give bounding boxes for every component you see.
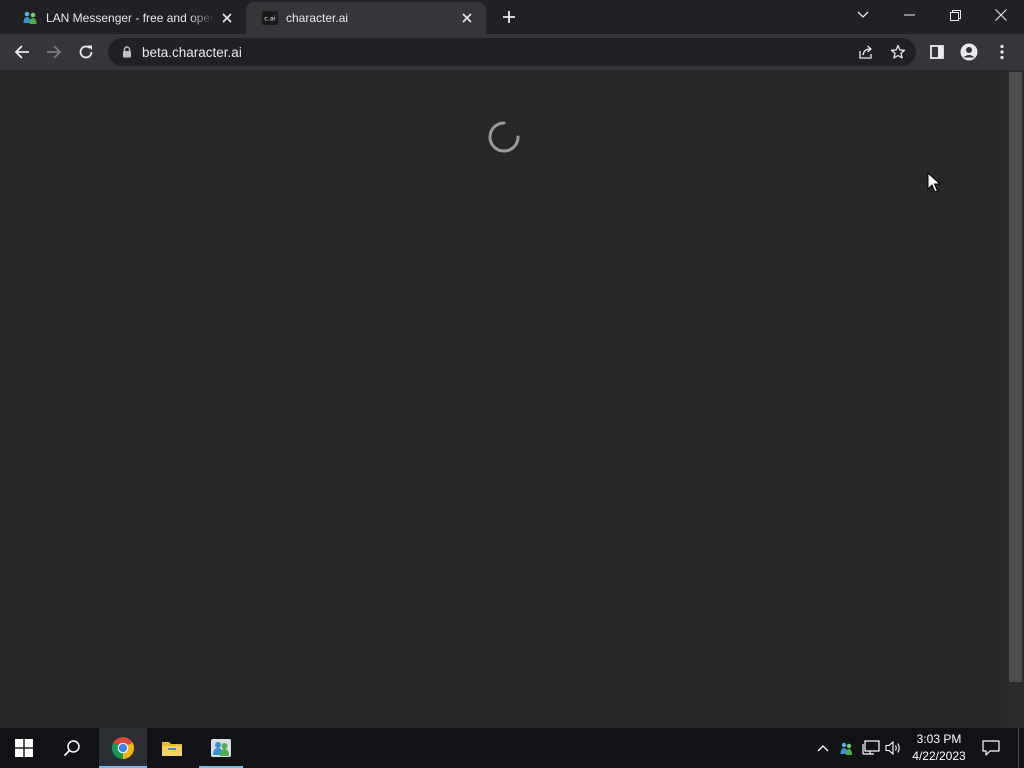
chevron-down-icon	[857, 11, 869, 18]
menu-button[interactable]	[987, 37, 1017, 67]
show-desktop-button[interactable]	[1018, 728, 1024, 768]
lan-messenger-icon	[22, 10, 38, 26]
svg-text:c.ai: c.ai	[264, 15, 276, 23]
taskbar-lan-messenger[interactable]	[197, 728, 245, 768]
windows-start-icon	[15, 739, 33, 757]
bookmark-star-icon[interactable]	[888, 42, 908, 62]
back-button[interactable]	[7, 37, 37, 67]
more-vert-icon	[1000, 44, 1004, 60]
search-button[interactable]	[48, 728, 96, 768]
minimize-icon	[903, 14, 915, 16]
scrollbar-thumb[interactable]	[1009, 72, 1022, 682]
tab-search-button[interactable]	[840, 0, 886, 30]
side-panel-button[interactable]	[922, 37, 952, 67]
side-panel-icon	[930, 45, 944, 59]
share-icon[interactable]	[856, 42, 876, 62]
character-ai-icon: c.ai	[262, 10, 278, 26]
action-center-icon[interactable]	[980, 738, 1002, 758]
profile-icon	[960, 43, 978, 61]
start-button[interactable]	[0, 728, 48, 768]
lan-messenger-icon	[211, 739, 231, 757]
clock-date: 4/22/2023	[912, 749, 966, 763]
volume-icon[interactable]	[884, 738, 904, 758]
restore-icon	[949, 9, 961, 21]
plus-icon	[503, 11, 515, 23]
lock-icon[interactable]	[120, 45, 134, 59]
url-text[interactable]: beta.character.ai	[142, 45, 242, 60]
new-tab-button[interactable]	[498, 6, 520, 28]
lan-messenger-tray-icon[interactable]	[836, 738, 856, 758]
close-window-button[interactable]	[978, 0, 1024, 30]
minimize-button[interactable]	[886, 0, 932, 30]
tab-strip: LAN Messenger - free and open c.ai chara…	[0, 0, 1024, 34]
close-tab-icon[interactable]	[458, 9, 476, 27]
tab-title: character.ai	[286, 11, 349, 25]
chrome-icon	[112, 737, 134, 759]
network-icon[interactable]	[861, 738, 881, 758]
vertical-scrollbar[interactable]	[1007, 70, 1024, 728]
reload-icon	[79, 45, 93, 59]
close-tab-icon[interactable]	[218, 9, 236, 27]
file-explorer-icon	[162, 742, 182, 756]
close-icon	[995, 9, 1007, 21]
tab-lan-messenger[interactable]: LAN Messenger - free and open	[6, 2, 246, 34]
search-icon	[63, 740, 80, 757]
tray-overflow-icon[interactable]	[813, 738, 833, 758]
taskbar-chrome[interactable]	[99, 728, 147, 768]
reload-button[interactable]	[71, 37, 101, 67]
browser-toolbar: beta.character.ai	[0, 34, 1024, 70]
arrow-right-icon	[47, 45, 62, 59]
restore-button[interactable]	[932, 0, 978, 30]
taskbar-file-explorer[interactable]	[148, 728, 196, 768]
mouse-cursor-icon	[927, 172, 941, 193]
arrow-left-icon	[14, 45, 29, 59]
tab-title: LAN Messenger - free and open	[46, 11, 214, 25]
forward-button[interactable]	[39, 37, 69, 67]
address-bar[interactable]: beta.character.ai	[108, 38, 916, 66]
loading-spinner-icon	[488, 121, 520, 153]
tab-character-ai[interactable]: c.ai character.ai	[246, 2, 486, 34]
windows-taskbar: 3:03 PM 4/22/2023	[0, 728, 1024, 768]
profile-button[interactable]	[954, 37, 984, 67]
page-content	[0, 70, 1007, 728]
taskbar-clock[interactable]: 3:03 PM 4/22/2023	[906, 730, 972, 766]
clock-time: 3:03 PM	[916, 732, 962, 746]
